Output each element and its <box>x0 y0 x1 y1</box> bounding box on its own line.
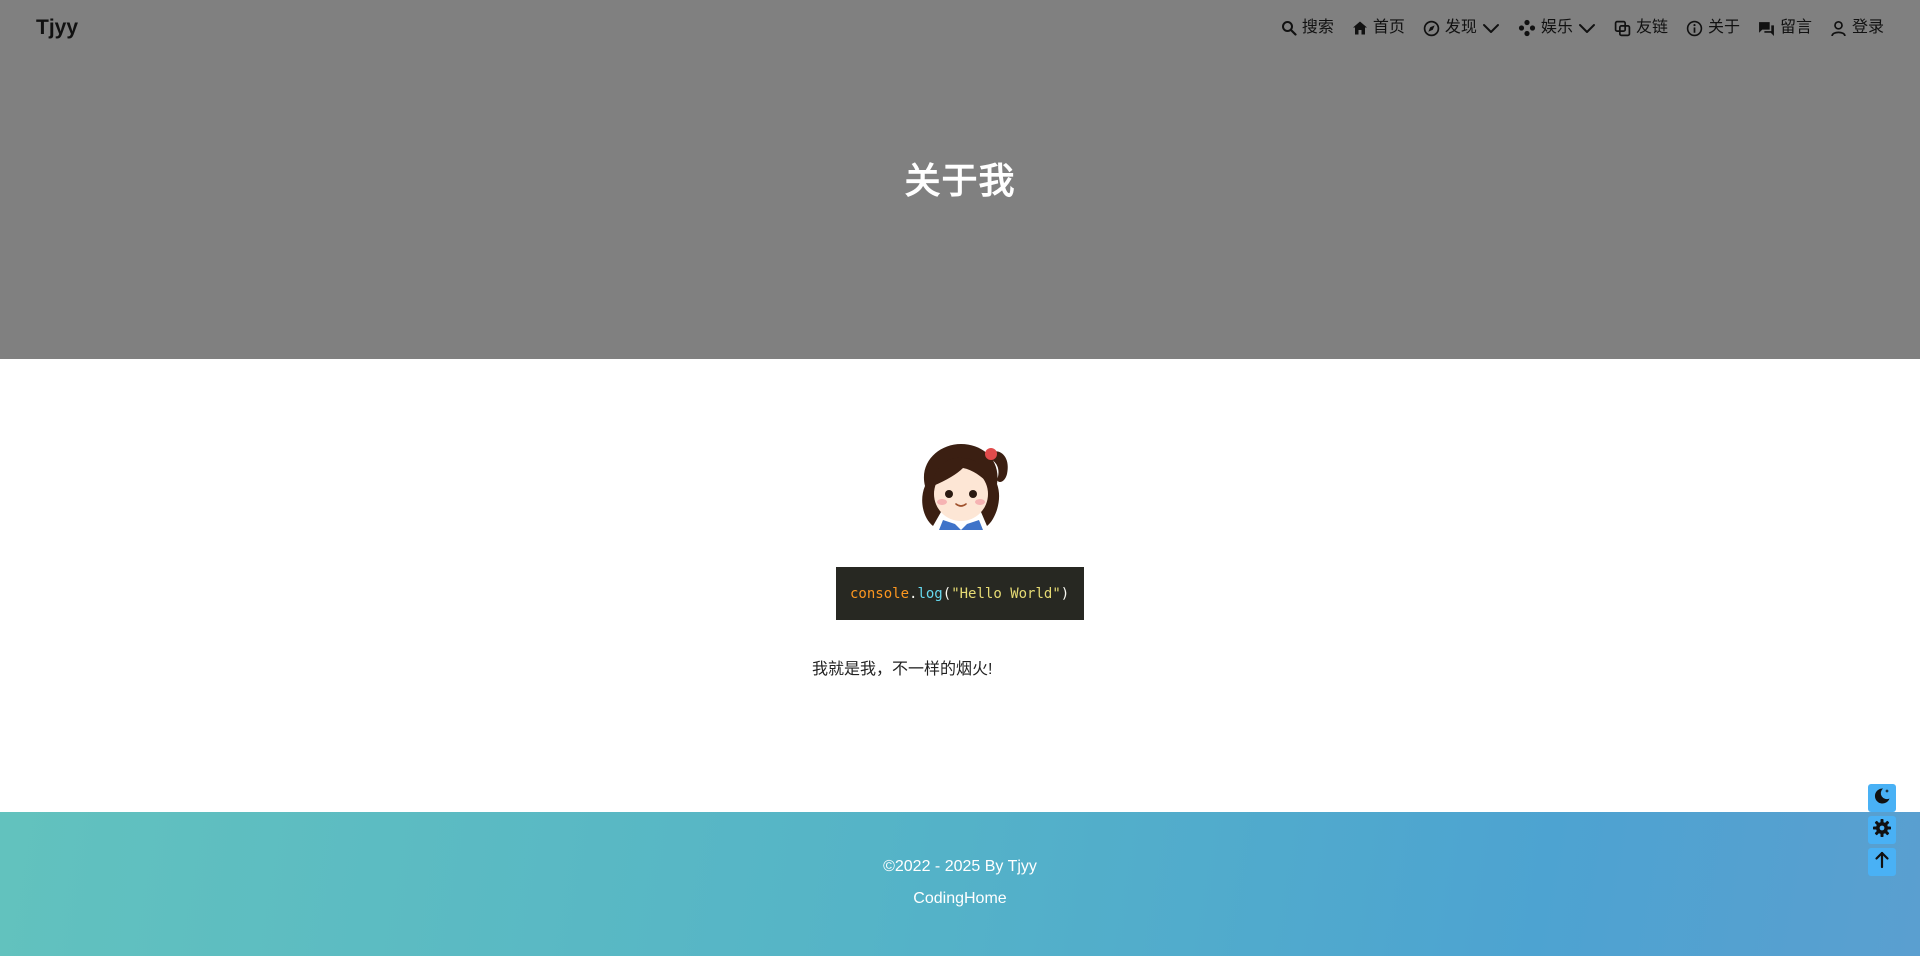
footer-site-name: CodingHome <box>913 890 1007 907</box>
floating-toolbar <box>1868 784 1896 876</box>
nav-links[interactable]: 友链 <box>1614 14 1668 42</box>
footer: ©2022 - 2025 By Tjyy CodingHome <box>0 812 1920 956</box>
code-string: "Hello World" <box>951 585 1061 602</box>
intro-text: 我就是我，不一样的烟火! <box>812 661 993 678</box>
moon-icon <box>1872 786 1892 811</box>
top-nav: 搜索 首页 发现 娱乐 友链 关于 留言 登录 <box>1281 14 1884 42</box>
code-block: console. log("Hello World") <box>836 567 1084 620</box>
nav-search[interactable]: 搜索 <box>1281 14 1334 42</box>
chat-icon <box>1758 20 1775 37</box>
info-icon <box>1686 20 1703 37</box>
home-icon <box>1352 20 1368 36</box>
nav-login-label: 登录 <box>1851 19 1884 36</box>
chevron-down-icon <box>1482 22 1500 34</box>
gear-icon <box>1872 818 1892 843</box>
nav-entertainment-label: 娱乐 <box>1540 19 1573 36</box>
site-brand[interactable]: Tjyy <box>36 14 78 42</box>
code-dot: . <box>909 585 918 602</box>
search-icon <box>1281 20 1297 36</box>
nav-messages-label: 留言 <box>1779 19 1812 36</box>
nav-login[interactable]: 登录 <box>1830 14 1884 42</box>
settings-button[interactable] <box>1868 816 1896 844</box>
code-paren-open: ( <box>942 585 952 602</box>
nav-links-label: 友链 <box>1635 19 1668 36</box>
nav-about-label: 关于 <box>1707 19 1740 36</box>
nav-discover[interactable]: 发现 <box>1423 14 1500 42</box>
code-function: log <box>917 585 943 602</box>
back-to-top-button[interactable] <box>1868 848 1896 876</box>
gamepad-icon <box>1518 19 1536 37</box>
nav-about[interactable]: 关于 <box>1686 14 1740 42</box>
dark-mode-button[interactable] <box>1868 784 1896 812</box>
link-icon <box>1614 20 1631 37</box>
chevron-down-icon <box>1578 22 1596 34</box>
nav-search-label: 搜索 <box>1301 19 1334 36</box>
nav-home[interactable]: 首页 <box>1352 14 1405 42</box>
arrow-up-icon <box>1873 851 1891 874</box>
code-paren-close: ) <box>1060 585 1070 602</box>
code-object: console <box>850 585 910 602</box>
user-icon <box>1830 20 1847 37</box>
compass-icon <box>1423 20 1440 37</box>
page-title: 关于我 <box>904 160 1016 201</box>
hero-banner: Tjyy 搜索 首页 发现 娱乐 友链 关于 留言 登录 关于我 <box>0 0 1920 359</box>
nav-messages[interactable]: 留言 <box>1758 14 1812 42</box>
avatar <box>911 440 1011 532</box>
nav-discover-label: 发现 <box>1444 19 1477 36</box>
nav-home-label: 首页 <box>1372 19 1405 36</box>
footer-copyright: ©2022 - 2025 By Tjyy <box>883 858 1037 875</box>
nav-entertainment[interactable]: 娱乐 <box>1518 14 1596 42</box>
